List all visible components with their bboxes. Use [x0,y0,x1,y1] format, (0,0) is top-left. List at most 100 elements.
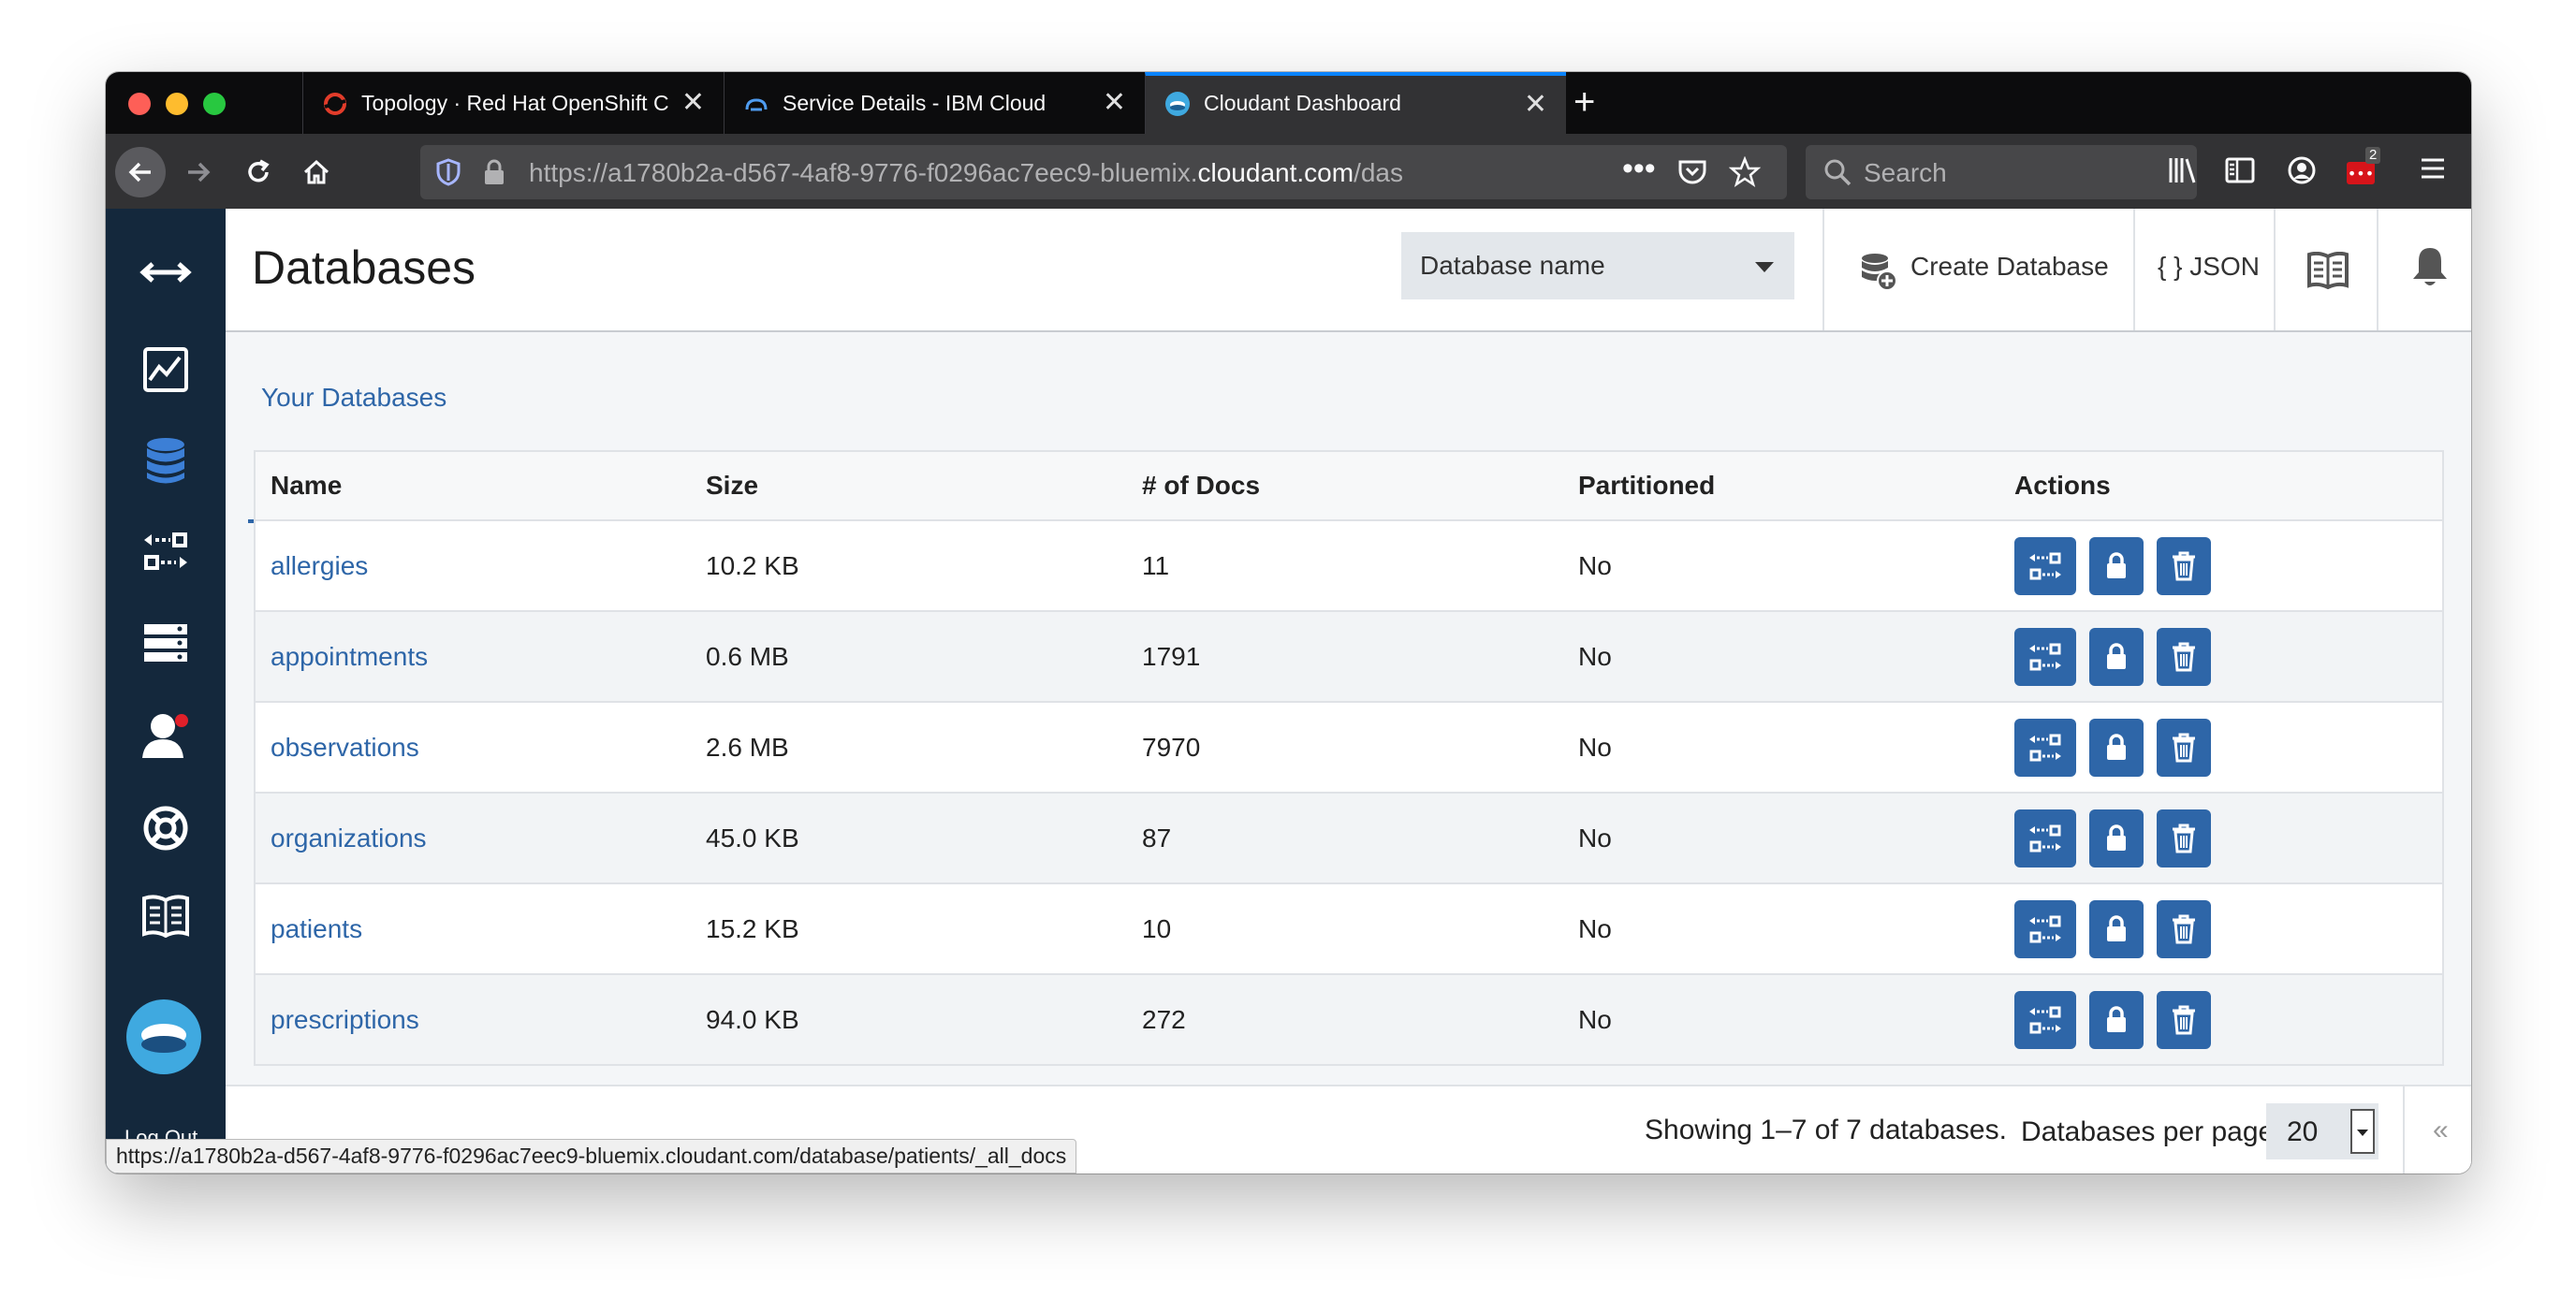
replicate-button[interactable] [2014,899,2076,958]
replicate-button[interactable] [2014,536,2076,595]
database-link[interactable]: prescriptions [271,1005,419,1034]
forward-button[interactable] [173,147,224,197]
cell-partitioned: No [1563,793,1999,884]
column-header-docs[interactable]: # of Docs [1127,451,1563,521]
url-bar[interactable]: https://a1780b2a-d567-4af8-9776-f0296ac7… [420,145,1787,199]
cell-docs: 87 [1127,793,1563,884]
column-header-name[interactable]: Name [255,451,691,521]
cell-partitioned: No [1563,520,1999,612]
back-button[interactable] [115,147,166,197]
cell-name: patients [255,883,691,975]
table-row: observations 2.6 MB 7970 No [255,702,2443,794]
database-name-select[interactable]: Database name [1401,232,1794,299]
tab-your-databases[interactable]: Your Databases [261,383,446,413]
cloudant-logo[interactable] [126,999,201,1074]
previous-page-button[interactable]: « [2433,1115,2449,1146]
new-tab-button[interactable]: + [1573,83,1595,121]
page-title: Databases [252,241,476,294]
database-link[interactable]: appointments [271,642,428,671]
pocket-icon[interactable] [1676,156,1708,188]
permissions-button[interactable] [2089,809,2144,867]
account-settings-icon[interactable] [139,617,192,669]
close-tab-icon[interactable]: ✕ [1103,89,1126,117]
delete-button[interactable] [2157,990,2211,1049]
cell-actions [1999,520,2443,612]
database-link[interactable]: patients [271,914,362,943]
cell-docs: 1791 [1127,611,1563,703]
notifications-button[interactable] [2377,209,2471,330]
monitoring-icon[interactable] [139,343,192,396]
cell-name: organizations [255,793,691,884]
minimize-window-button[interactable] [166,93,188,115]
reload-button[interactable] [233,147,284,197]
account-icon[interactable] [2285,154,2319,188]
tab-title: Service Details - IBM Cloud [783,91,1046,115]
cell-docs: 10 [1127,883,1563,975]
permissions-button[interactable] [2089,990,2144,1049]
ibm-cloud-icon [745,98,768,111]
close-tab-icon[interactable]: ✕ [681,89,705,117]
column-header-size[interactable]: Size [691,451,1127,521]
page-actions-icon[interactable]: ••• [1622,151,1656,187]
permissions-button[interactable] [2089,627,2144,686]
search-bar[interactable]: Search [1806,145,2197,199]
cell-size: 45.0 KB [691,793,1127,884]
home-button[interactable] [291,147,342,197]
menu-icon[interactable] [2416,154,2450,188]
replicate-button[interactable] [2014,990,2076,1049]
page-header: Databases Database name Create Database … [226,209,2471,332]
replicate-button[interactable] [2014,718,2076,777]
tab-cloudant-dashboard[interactable]: Cloudant Dashboard ✕ [1145,72,1566,134]
permissions-button[interactable] [2089,899,2144,958]
sidebar-toggle-icon[interactable] [2223,154,2257,188]
extension-icon[interactable]: ••• 2 [2345,147,2381,188]
delete-button[interactable] [2157,627,2211,686]
databases-icon[interactable] [139,435,192,488]
database-link[interactable]: organizations [271,824,427,853]
database-link[interactable]: allergies [271,551,368,580]
create-database-button[interactable]: Create Database [1822,209,2133,330]
replicate-button[interactable] [2014,809,2076,867]
url-text[interactable]: https://a1780b2a-d567-4af8-9776-f0296ac7… [529,158,1605,188]
cell-partitioned: No [1563,702,1999,794]
support-icon[interactable] [139,802,192,854]
per-page-value: 20 [2287,1116,2319,1147]
tab-ibm-cloud[interactable]: Service Details - IBM Cloud ✕ [724,72,1145,134]
delete-button[interactable] [2157,809,2211,867]
url-suffix: /das [1354,158,1403,187]
cell-name: allergies [255,520,691,612]
database-link[interactable]: observations [271,733,419,762]
delete-button[interactable] [2157,899,2211,958]
documentation-icon[interactable] [139,890,192,942]
databases-table: Name Size # of Docs Partitioned Actions … [254,450,2444,1066]
cell-partitioned: No [1563,611,1999,703]
json-button[interactable]: { } JSON [2133,209,2274,330]
column-header-partitioned[interactable]: Partitioned [1563,451,1999,521]
delete-button[interactable] [2157,718,2211,777]
maximize-window-button[interactable] [203,93,226,115]
permissions-button[interactable] [2089,718,2144,777]
back-arrow-icon [128,162,151,182]
close-tab-icon[interactable]: ✕ [1524,91,1547,119]
replication-icon[interactable] [139,525,192,577]
tab-title: Cloudant Dashboard [1204,91,1401,115]
cell-name: prescriptions [255,974,691,1066]
lock-icon[interactable] [482,158,506,186]
permissions-button[interactable] [2089,536,2144,595]
bookmark-star-icon[interactable] [1729,156,1761,188]
library-icon[interactable] [2165,154,2199,188]
extension-badge: 2 [2365,147,2381,164]
expand-icon[interactable] [139,246,192,299]
close-window-button[interactable] [128,93,151,115]
tracking-protection-icon[interactable] [435,158,461,186]
docs-button[interactable] [2274,209,2377,330]
cell-actions [1999,793,2443,884]
replicate-button[interactable] [2014,627,2076,686]
per-page-select[interactable]: 20 [2266,1103,2378,1159]
tab-openshift[interactable]: Topology · Red Hat OpenShift C ✕ [302,72,724,134]
cell-docs: 11 [1127,520,1563,612]
chevron-down-icon[interactable] [2350,1109,2375,1154]
user-notification-icon[interactable] [139,708,192,761]
chevron-down-icon [1755,262,1774,272]
delete-button[interactable] [2157,536,2211,595]
